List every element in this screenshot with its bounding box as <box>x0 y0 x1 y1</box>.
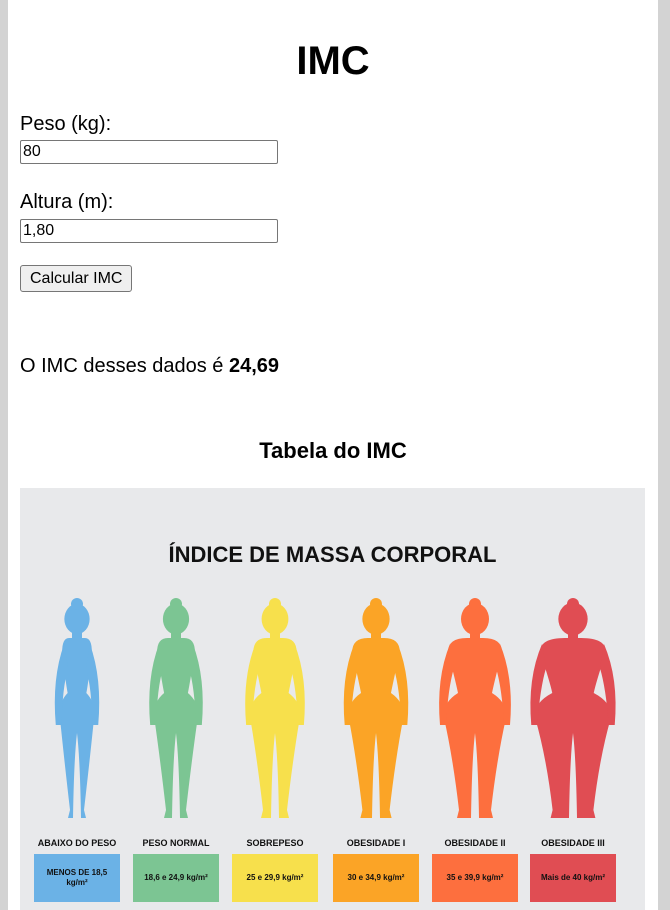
category-range-box: Mais de 40 kg/m² <box>530 854 616 902</box>
category-range-text: 25 e 29,9 kg/m² <box>246 873 304 882</box>
body-figure <box>149 598 203 818</box>
table-heading: Tabela do IMC <box>259 438 407 463</box>
category-range-box: 30 e 34,9 kg/m² <box>333 854 419 902</box>
category-range-text: MENOS DE 18,5 kg/m² <box>46 868 108 887</box>
category-label: OBESIDADE III <box>541 838 605 848</box>
result-value: 24,69 <box>228 355 280 377</box>
page-title: IMC <box>296 39 370 83</box>
result-text: O IMC desses dados é 24,69 <box>20 354 279 378</box>
result-prefix: O IMC desses dados é <box>20 355 229 377</box>
body-figure <box>343 598 409 818</box>
body-figure <box>54 598 100 818</box>
category-range-text: 30 e 34,9 kg/m² <box>347 873 405 882</box>
page: IMC Peso (kg): Altura (m): Calcular IMC … <box>8 0 658 910</box>
category-label: ABAIXO DO PESO <box>37 838 117 848</box>
category-label: PESO NORMAL <box>142 838 210 848</box>
weight-input[interactable] <box>20 140 278 164</box>
category-label: OBESIDADE II <box>444 838 506 848</box>
weight-label: Peso (kg): <box>20 113 112 135</box>
height-label: Altura (m): <box>20 191 114 213</box>
category-range-box: 25 e 29,9 kg/m² <box>232 854 318 902</box>
category-range-text: 18,6 e 24,9 kg/m² <box>144 873 208 882</box>
category-range-box: 18,6 e 24,9 kg/m² <box>133 854 219 902</box>
category-label: OBESIDADE I <box>346 838 406 848</box>
category-range-text: 35 e 39,9 kg/m² <box>446 873 504 882</box>
body-figure <box>530 598 616 818</box>
category-range-box: MENOS DE 18,5 kg/m² <box>34 854 120 902</box>
category-range-text: Mais de 40 kg/m² <box>540 873 606 882</box>
body-figure <box>439 598 511 818</box>
calculate-button[interactable]: Calcular IMC <box>20 265 133 292</box>
category-range-box: 35 e 39,9 kg/m² <box>432 854 518 902</box>
body-figure <box>245 598 305 818</box>
category-label: SOBREPESO <box>246 838 304 848</box>
height-input[interactable] <box>20 219 278 243</box>
bmi-infographic: ÍNDICE DE MASSA CORPORAL ABAIXO DO PESO M… <box>20 488 645 910</box>
